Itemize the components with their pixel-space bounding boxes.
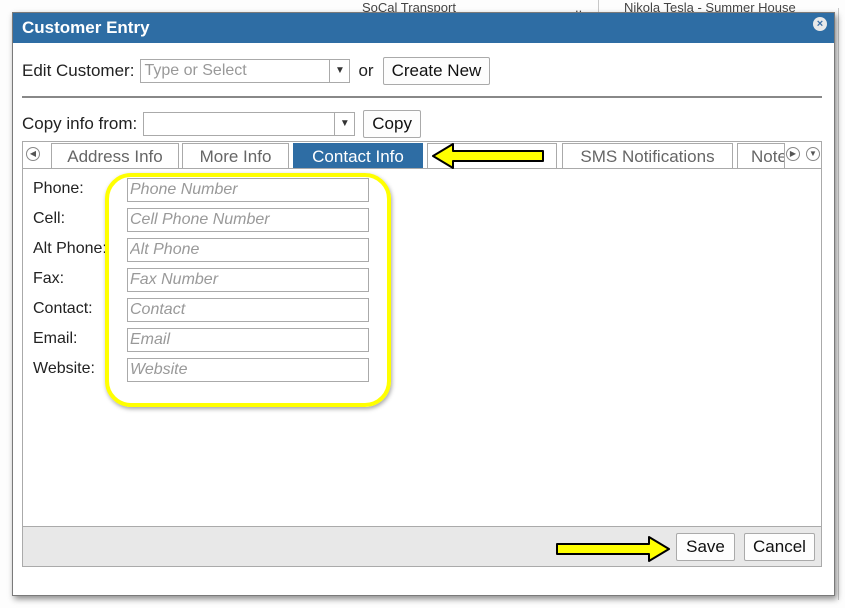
tab-strip: ◀ Address Info More Info Contact Info SM…	[22, 141, 822, 169]
tab-contact-info[interactable]: Contact Info	[293, 143, 423, 169]
website-input[interactable]	[127, 358, 369, 382]
cell-input[interactable]	[127, 208, 369, 232]
close-icon[interactable]: ×	[813, 17, 827, 31]
contact-label: Contact:	[33, 300, 93, 317]
section-divider	[22, 96, 822, 98]
chevron-left-icon[interactable]: ◀	[26, 147, 40, 161]
edit-customer-row: Edit Customer: Type or Select ▼ or Creat…	[22, 57, 491, 85]
chevron-right-icon[interactable]: ▶	[786, 147, 800, 161]
copy-info-combobox[interactable]: ▼	[143, 112, 356, 136]
email-label: Email:	[33, 330, 78, 347]
create-new-button[interactable]: Create New	[382, 57, 491, 85]
bg-divider	[838, 8, 839, 600]
tab-more-info[interactable]: More Info	[182, 143, 289, 169]
cancel-button[interactable]: Cancel	[744, 533, 815, 561]
dialog-footer: Save Cancel	[22, 527, 822, 567]
fax-input[interactable]	[127, 268, 369, 292]
cell-label: Cell:	[33, 210, 66, 227]
contact-info-panel: Phone: Cell: Alt Phone: Fax: Contact: Em…	[22, 168, 822, 527]
copy-info-row: Copy info from: ▼ Copy	[22, 109, 421, 139]
dialog-title: Customer Entry	[22, 18, 150, 37]
bg-divider	[598, 0, 599, 12]
email-input[interactable]	[127, 328, 369, 352]
phone-input[interactable]	[127, 178, 369, 202]
caret-down-icon[interactable]: ▼	[334, 113, 354, 135]
dialog-titlebar: Customer Entry	[13, 13, 834, 43]
or-text: or	[358, 61, 374, 80]
alt-phone-input[interactable]	[127, 238, 369, 262]
edit-customer-combobox[interactable]: Type or Select ▼	[140, 59, 351, 83]
tab-hidden[interactable]	[427, 143, 557, 169]
chevron-down-icon[interactable]: ▼	[806, 147, 820, 161]
tab-sms-notifications[interactable]: SMS Notifications	[562, 143, 733, 169]
copy-info-label: Copy info from:	[22, 114, 138, 133]
copy-button[interactable]: Copy	[363, 110, 421, 138]
phone-label: Phone:	[33, 180, 84, 197]
fax-label: Fax:	[33, 270, 65, 287]
edit-customer-placeholder: Type or Select	[144, 62, 247, 79]
contact-input[interactable]	[127, 298, 369, 322]
tab-notes[interactable]: Note	[737, 143, 785, 169]
save-button[interactable]: Save	[676, 533, 735, 561]
customer-entry-dialog: Customer Entry × Edit Customer: Type or …	[12, 12, 835, 596]
tab-address-info[interactable]: Address Info	[51, 143, 179, 169]
website-label: Website:	[33, 360, 95, 377]
edit-customer-label: Edit Customer:	[22, 61, 135, 80]
alt-phone-label: Alt Phone:	[33, 240, 107, 257]
caret-down-icon[interactable]: ▼	[329, 60, 349, 82]
